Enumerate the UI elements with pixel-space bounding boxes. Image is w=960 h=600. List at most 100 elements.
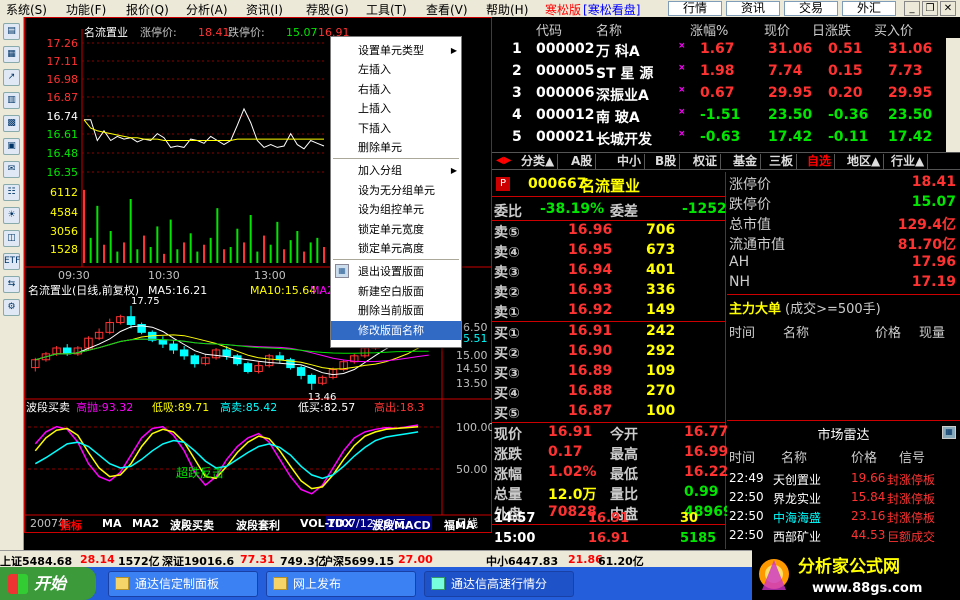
bottom-tab-7[interactable]: 福MA (444, 517, 474, 533)
col-pct[interactable]: 涨幅% (690, 20, 728, 39)
radar-header[interactable]: 价格 (851, 447, 877, 466)
bottom-tab-2[interactable]: MA2 (132, 517, 159, 530)
tab-market[interactable]: 行情 (668, 1, 722, 16)
tab-scroll-left-icon[interactable]: ◀▶ (496, 155, 511, 166)
menu-system[interactable]: 系统(S) (6, 1, 47, 18)
menu-bar: 系统(S) 功能(F) 报价(Q) 分析(A) 资讯(I) 荐股(G) 工具(T… (0, 0, 960, 17)
task-panel[interactable]: 通达信定制面板 (108, 571, 258, 597)
category-tab[interactable]: 分类▲ (518, 154, 559, 169)
menu-recommend[interactable]: 荐股(G) (306, 1, 349, 18)
category-tab[interactable]: 自选 (804, 154, 836, 169)
radar-header[interactable]: 时间 (729, 447, 755, 466)
col-change[interactable]: 日涨跌 (812, 20, 851, 39)
left-tool-icon[interactable]: ☷ (3, 184, 20, 201)
row-change: -0.11 (828, 129, 869, 145)
context-menu-item[interactable]: 新建空白版面 (331, 282, 461, 301)
radar-row[interactable]: 22:50 中海海盛 23.16 封涨停板 (727, 508, 960, 527)
tab-trade[interactable]: 交易 (784, 1, 838, 16)
scrollbar[interactable] (946, 38, 960, 152)
left-tool-icon[interactable]: ▤ (3, 23, 20, 40)
menu-view[interactable]: 查看(V) (426, 1, 468, 18)
left-tool-icon[interactable]: ▥ (3, 92, 20, 109)
menu-function[interactable]: 功能(F) (66, 1, 106, 18)
col-name[interactable]: 名称 (596, 20, 622, 39)
big-order-title: 主力大单 (成交>=500手) (729, 298, 881, 317)
left-tool-icon[interactable]: ▩ (3, 115, 20, 132)
context-menu-item[interactable]: 锁定单元宽度 (331, 220, 461, 239)
category-tab[interactable]: 三板 (766, 154, 798, 169)
context-menu-item[interactable]: 设为组控单元 (331, 200, 461, 219)
left-tool-icon[interactable]: ▦ (3, 46, 20, 63)
context-menu-item[interactable]: 锁定单元高度 (331, 239, 461, 258)
big-order-header[interactable]: 现量 (919, 322, 945, 341)
context-menu-item[interactable]: 设置单元类型 ▶ (331, 41, 461, 60)
col-bid[interactable]: 买入价 (874, 20, 913, 39)
close-icon[interactable]: ✕ (940, 1, 956, 16)
left-tool-icon[interactable]: ⇆ (3, 276, 20, 293)
context-menu-item[interactable]: 加入分组 ▶ (331, 161, 461, 180)
table-row[interactable]: 3 000006 深振业A × 0.67 29.95 0.20 29.95 (492, 83, 960, 105)
context-menu-item[interactable]: 下插入 (331, 119, 461, 138)
table-row[interactable]: 4 000012 南 玻A × -1.51 23.50 -0.36 23.50 (492, 105, 960, 127)
context-menu-item[interactable]: 上插入 (331, 99, 461, 118)
left-tool-icon[interactable]: ✉ (3, 161, 20, 178)
tab-news[interactable]: 资讯 (726, 1, 780, 16)
category-tab[interactable]: 基金 (730, 154, 762, 169)
left-tool-icon[interactable]: ETF (3, 253, 20, 270)
task-publish[interactable]: 网上发布 (266, 571, 416, 597)
radar-row[interactable]: 22:49 天创置业 19.66 封涨停板 (727, 470, 960, 489)
minimize-icon[interactable]: _ (904, 1, 920, 16)
task-tdx[interactable]: 通达信高速行情分 (424, 571, 574, 597)
col-code[interactable]: 代码 (536, 20, 562, 39)
radar-row[interactable]: 22:50 界龙实业 15.84 封涨停板 (727, 489, 960, 508)
layout-icon: ▦ (335, 264, 349, 279)
context-menu-item[interactable]: 设为无分组单元 (331, 181, 461, 200)
radar-settings-icon[interactable]: ▦ (942, 426, 956, 439)
category-tab[interactable]: B股 (652, 154, 681, 169)
bottom-tab-0[interactable]: 指标 (60, 517, 82, 533)
context-menu-item[interactable]: 右插入 (331, 80, 461, 99)
context-menu-item[interactable]: 删除单元 (331, 138, 461, 157)
start-button[interactable]: 开始 (0, 567, 96, 600)
context-menu-item[interactable]: 修改版面名称 (331, 320, 461, 340)
left-tool-icon[interactable]: ◫ (3, 230, 20, 247)
bottom-tab-4[interactable]: 波段套利 (236, 517, 280, 533)
big-order-header[interactable]: 时间 (729, 322, 755, 341)
bottom-tab-5[interactable]: VOL-TDX (300, 517, 353, 530)
big-order-header[interactable]: 名称 (783, 322, 809, 341)
big-order-sub: (成交>=500手) (785, 302, 881, 317)
context-menu-item[interactable]: 删除当前版面 (331, 301, 461, 320)
radar-name: 界龙实业 (773, 492, 822, 506)
category-tab[interactable]: 中小 (614, 154, 646, 169)
menu-info[interactable]: 资讯(I) (246, 1, 283, 18)
category-tab[interactable]: 行业▲ (888, 154, 929, 169)
category-tab[interactable]: 地区▲ (844, 154, 885, 169)
bid-label: 买① (494, 326, 520, 342)
category-tab[interactable]: 权证 (690, 154, 722, 169)
category-tab[interactable]: A股 (568, 154, 597, 169)
radar-header[interactable]: 信号 (899, 447, 925, 466)
table-row[interactable]: 1 000002 万 科A × 1.67 31.06 0.51 31.06 (492, 39, 960, 61)
bottom-tab-3[interactable]: 波段买卖 (170, 517, 214, 533)
col-price[interactable]: 现价 (764, 20, 790, 39)
menu-quote[interactable]: 报价(Q) (126, 1, 169, 18)
left-tool-icon[interactable]: ⚙ (3, 299, 20, 316)
context-menu-item[interactable]: 退出设置版面 ▦ (331, 262, 461, 281)
restore-icon[interactable]: ❐ (922, 1, 938, 16)
left-tool-icon[interactable]: ☀ (3, 207, 20, 224)
big-order-header[interactable]: 价格 (875, 322, 901, 341)
candle-body (275, 355, 285, 361)
context-menu-item[interactable]: 左插入 (331, 60, 461, 79)
table-row[interactable]: 5 000021 长城开发 × -0.63 17.42 -0.11 17.42 (492, 127, 960, 149)
bottom-tab-6[interactable]: 波段MACD (372, 517, 431, 533)
menu-help[interactable]: 帮助(H) (486, 1, 528, 18)
left-tool-icon[interactable]: ↗ (3, 69, 20, 86)
bottom-tab-1[interactable]: MA (102, 517, 121, 530)
left-tool-icon[interactable]: ▣ (3, 138, 20, 155)
radar-header[interactable]: 名称 (781, 447, 807, 466)
menu-tools[interactable]: 工具(T) (366, 1, 407, 18)
radar-row[interactable]: 22:50 西部矿业 44.53 巨额成交 (727, 527, 960, 546)
tab-forex[interactable]: 外汇 (842, 1, 896, 16)
table-row[interactable]: 2 000005 ST 星 源 × 1.98 7.74 0.15 7.73 (492, 61, 960, 83)
menu-analysis[interactable]: 分析(A) (186, 1, 228, 18)
